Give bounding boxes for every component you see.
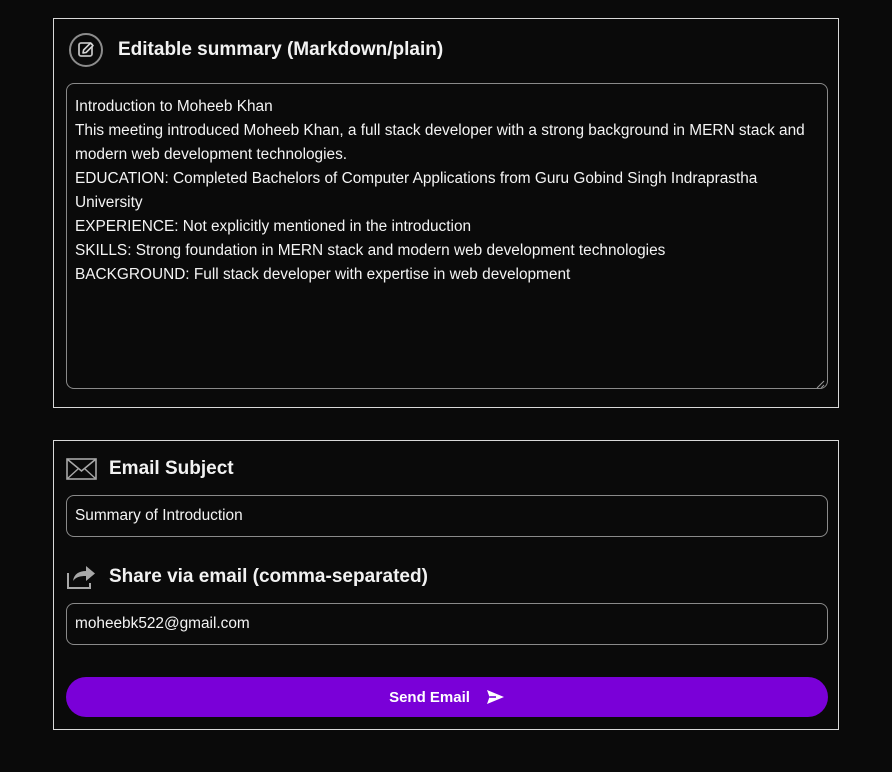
summary-line: EXPERIENCE: Not explicitly mentioned in …	[75, 218, 472, 235]
edit-icon	[68, 32, 104, 68]
share-icon	[66, 564, 97, 590]
subject-input[interactable]: Summary of Introduction	[66, 495, 828, 537]
mail-icon	[66, 457, 97, 481]
subject-header: Email Subject	[66, 452, 234, 486]
summary-header: Editable summary (Markdown/plain)	[68, 33, 443, 67]
summary-line: This meeting introduced Moheeb Khan, a f…	[75, 122, 805, 163]
summary-title: Editable summary (Markdown/plain)	[118, 39, 444, 60]
summary-line: BACKGROUND: Full stack developer with ex…	[75, 266, 571, 283]
summary-line: EDUCATION: Completed Bachelors of Comput…	[75, 170, 758, 211]
summary-line: Introduction to Moheeb Khan	[75, 98, 273, 115]
send-email-button[interactable]: Send Email	[66, 677, 828, 717]
subject-value: Summary of Introduction	[75, 507, 243, 524]
recipients-input[interactable]: moheebk522@gmail.com	[66, 603, 828, 645]
send-icon	[486, 689, 505, 705]
summary-card: Editable summary (Markdown/plain) Introd…	[53, 18, 839, 408]
send-email-label: Send Email	[389, 688, 470, 706]
resize-grip-icon[interactable]	[815, 376, 825, 388]
summary-textarea[interactable]: Introduction to Moheeb Khan This meeting…	[66, 83, 828, 389]
summary-line: SKILLS: Strong foundation in MERN stack …	[75, 242, 666, 259]
share-label: Share via email (comma-separated)	[109, 566, 428, 587]
subject-label: Email Subject	[109, 458, 234, 479]
share-header: Share via email (comma-separated)	[66, 560, 428, 594]
email-card: Email Subject Summary of Introduction Sh…	[53, 440, 839, 730]
recipients-value: moheebk522@gmail.com	[75, 615, 250, 632]
